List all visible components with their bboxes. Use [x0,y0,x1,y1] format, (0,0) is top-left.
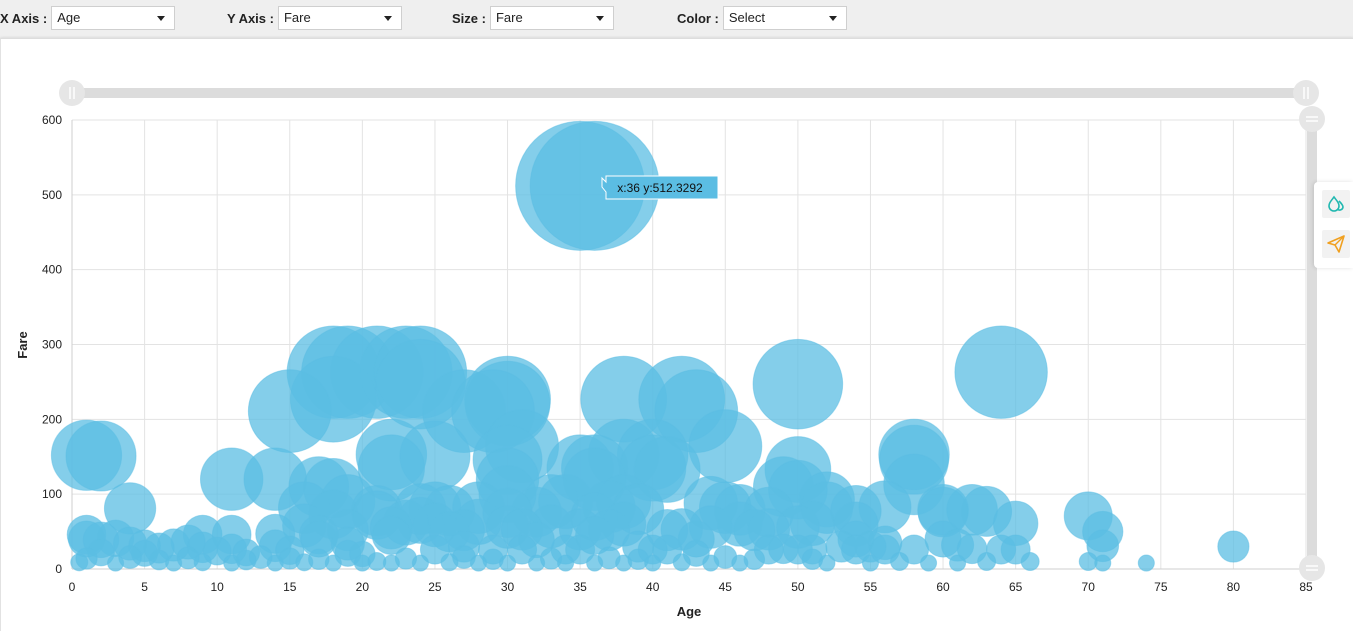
y-slider-top-handle[interactable] [1299,106,1325,132]
bubble-point[interactable] [498,554,517,572]
bubble-point[interactable] [954,325,1048,419]
paper-plane-icon [1327,235,1345,253]
x-tick-label: 0 [69,580,76,594]
bubble-point[interactable] [672,553,691,572]
bubble-point[interactable] [949,554,967,572]
bubble-point[interactable] [223,554,241,572]
x-tick-label: 45 [719,580,733,594]
bubble-point[interactable] [247,369,332,454]
x-tick-label: 75 [1154,580,1168,594]
tooltip: x:36 y:512.3292 [601,175,719,200]
x-tick-label: 20 [356,580,370,594]
x-tick-label: 60 [936,580,950,594]
bubble-point[interactable] [818,554,836,572]
y-tick-label: 0 [55,562,62,576]
bubble-point[interactable] [165,554,183,572]
x-slider-track [72,88,1307,98]
color-drop-icon [1328,195,1344,212]
send-button[interactable] [1322,230,1350,258]
bubble-point[interactable] [411,554,429,572]
x-slider-right-handle[interactable] [1293,80,1319,106]
bubble-point[interactable] [295,553,314,572]
bubble-point[interactable] [644,554,662,572]
x-tick-label: 5 [141,580,148,594]
bubble-point[interactable] [1094,554,1112,572]
bubble-point[interactable] [469,554,488,572]
bubble-point[interactable] [353,554,371,572]
x-range-slider[interactable] [59,80,1319,106]
x-tick-label: 50 [791,580,805,594]
bubble-chart: 0 5 10 15 20 25 30 35 40 45 50 55 60 65 70 75 80 85 0 100 20… [15,80,1325,619]
x-tick-label: 30 [501,580,515,594]
x-tick-label: 40 [646,580,660,594]
bubble-point[interactable] [1020,552,1040,572]
x-tick-label: 70 [1082,580,1096,594]
bubble-point[interactable] [615,554,633,572]
bubble-point[interactable] [702,554,720,572]
x-tick-label: 15 [283,580,297,594]
tooltip-text: x:36 y:512.3292 [617,181,703,195]
x-slider-left-handle[interactable] [59,80,85,106]
bubble-point[interactable] [752,338,844,430]
y-tick-label: 200 [42,412,62,426]
x-axis-title: Age [677,604,702,619]
x-tick-label: 55 [864,580,878,594]
bubble-point[interactable] [440,553,459,572]
bubble-point[interactable] [586,554,604,572]
bubble-point[interactable] [266,554,284,572]
y-tick-label: 400 [42,263,62,277]
bubble-point[interactable] [324,554,342,572]
bubble-point[interactable] [382,554,400,572]
y-tick-label: 300 [42,338,62,352]
bubble-point[interactable] [731,554,749,572]
y-tick-label: 500 [42,188,62,202]
y-range-slider[interactable] [1299,106,1325,581]
bubble-point[interactable] [193,553,212,572]
bubble-point[interactable] [106,554,125,572]
bubble-point[interactable] [919,554,938,572]
bubble-point[interactable] [889,552,910,572]
bubble-point[interactable] [1217,530,1250,563]
side-toolbox [1314,182,1353,268]
x-tick-label: 25 [428,580,442,594]
x-tick-label: 35 [573,580,587,594]
y-axis-title: Fare [15,331,30,358]
bubble-point[interactable] [1137,554,1155,572]
bubble-point[interactable] [861,554,880,572]
y-tick-label: 600 [42,113,62,127]
x-tick-label: 85 [1299,580,1313,594]
y-tick-label: 100 [42,487,62,501]
bubble-point[interactable] [65,420,137,492]
x-tick-label: 80 [1227,580,1241,594]
y-slider-bottom-handle[interactable] [1299,555,1325,581]
x-tick-label: 10 [210,580,224,594]
bubble-point[interactable] [70,553,89,572]
theme-button[interactable] [1322,190,1350,218]
bubble-point[interactable] [528,554,546,572]
bubble-point[interactable] [557,554,575,572]
x-tick-label: 65 [1009,580,1023,594]
bubble-point[interactable] [977,552,997,572]
